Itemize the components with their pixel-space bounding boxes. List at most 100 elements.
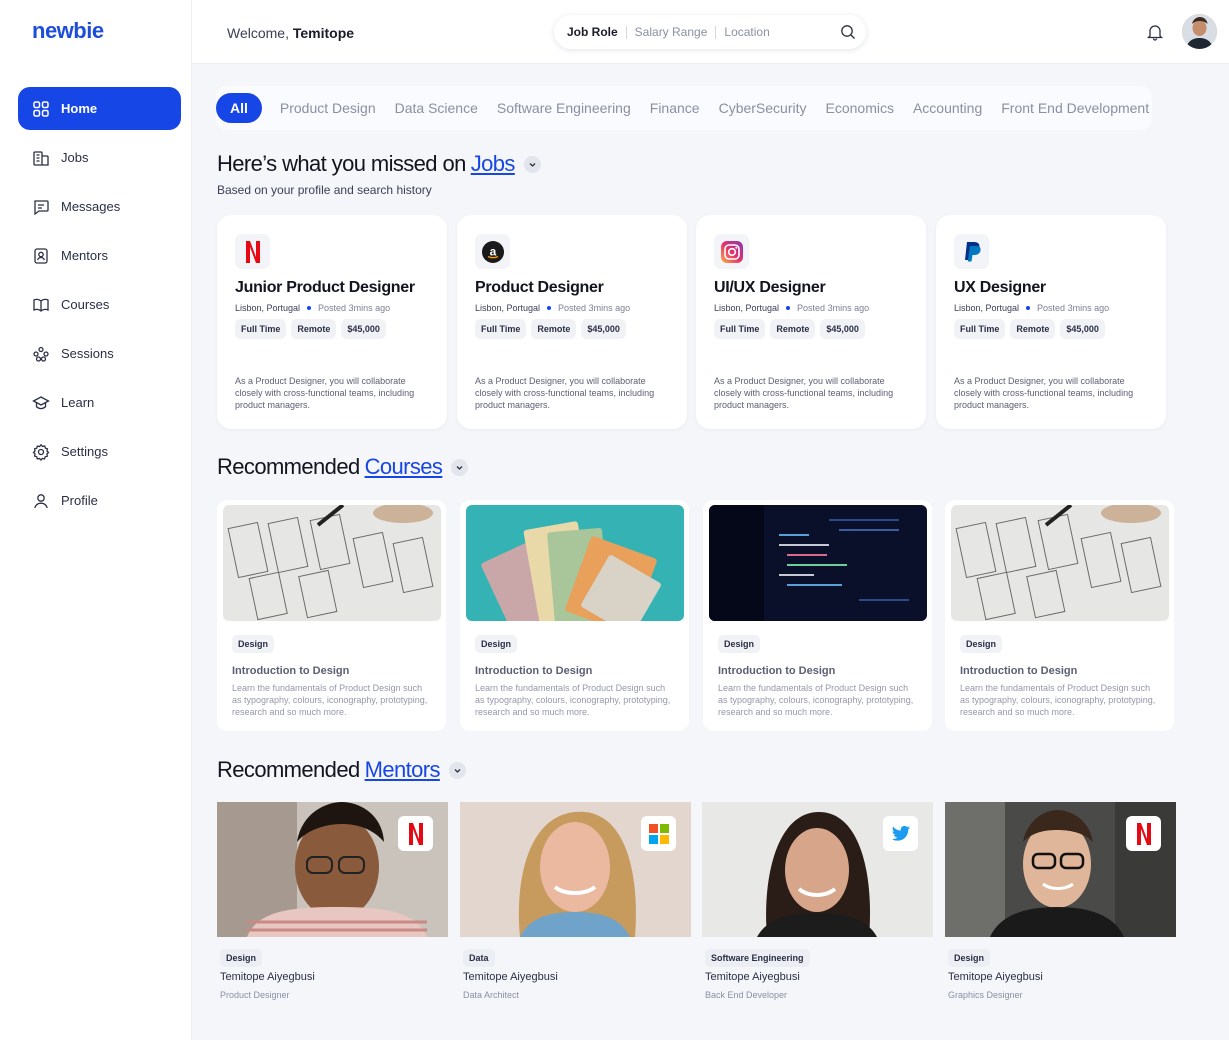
- mentor-name: Temitope Aiyegbusi: [948, 971, 1043, 983]
- mentor-role: Graphics Designer: [948, 990, 1023, 1000]
- tab-data-science[interactable]: Data Science: [395, 100, 478, 116]
- mentor-card[interactable]: Design Temitope Aiyegbusi Graphics Desig…: [945, 802, 1176, 1017]
- job-card[interactable]: Junior Product Designer Lisbon, Portugal…: [217, 215, 447, 429]
- chat-icon: [32, 198, 50, 216]
- course-description: Learn the fundamentals of Product Design…: [718, 683, 914, 717]
- mentor-name: Temitope Aiyegbusi: [463, 971, 558, 983]
- chevron-down-icon[interactable]: [523, 155, 541, 173]
- course-card[interactable]: Design Introduction to Design Learn the …: [217, 500, 446, 731]
- grid-icon: [32, 100, 50, 118]
- job-description: As a Product Designer, you will collabor…: [714, 376, 894, 410]
- mentor-card[interactable]: Software Engineering Temitope Aiyegbusi …: [702, 802, 933, 1017]
- sidebar-item-profile[interactable]: Profile: [18, 479, 181, 522]
- job-posted: Posted 3mins ago: [1037, 303, 1110, 313]
- sidebar-item-courses[interactable]: Courses: [18, 283, 181, 326]
- job-posted: Posted 3mins ago: [797, 303, 870, 313]
- twitter-logo-icon: [883, 816, 918, 851]
- gear-icon: [32, 443, 50, 461]
- sidebar-item-settings[interactable]: Settings: [18, 430, 181, 473]
- course-title: Introduction to Design: [960, 665, 1078, 677]
- mentor-card[interactable]: Design Temitope Aiyegbusi Product Design…: [217, 802, 448, 1017]
- tab-finance[interactable]: Finance: [650, 100, 700, 116]
- sidebar-item-learn[interactable]: Learn: [18, 381, 181, 424]
- job-tag: Full Time: [714, 319, 766, 339]
- job-location: Lisbon, Portugal: [954, 303, 1020, 313]
- tab-front-end-development[interactable]: Front End Development: [1001, 100, 1149, 116]
- sidebar-item-mentors[interactable]: Mentors: [18, 234, 181, 277]
- job-card[interactable]: UX Designer Lisbon, Portugal Posted 3mins…: [936, 215, 1166, 429]
- paypal-logo-icon: [954, 234, 989, 269]
- avatar[interactable]: [1182, 14, 1217, 49]
- instagram-logo-icon: [714, 234, 749, 269]
- search-job-role[interactable]: Job Role: [567, 25, 626, 39]
- search-location[interactable]: Location: [716, 25, 777, 39]
- course-title: Introduction to Design: [475, 665, 593, 677]
- sidebar-item-label: Mentors: [61, 248, 108, 263]
- job-posted: Posted 3mins ago: [318, 303, 391, 313]
- course-image-wireframe: [951, 505, 1169, 621]
- user-name: Temitope: [292, 25, 355, 41]
- chevron-down-icon[interactable]: [448, 761, 466, 779]
- job-title: Product Designer: [475, 279, 604, 296]
- chevron-down-icon[interactable]: [451, 458, 469, 476]
- course-image-money: [466, 505, 684, 621]
- mentor-tag: Design: [220, 949, 263, 967]
- mentor-tag: Software Engineering: [705, 949, 810, 967]
- job-description: As a Product Designer, you will collabor…: [235, 376, 415, 410]
- mentor-role: Data Architect: [463, 990, 520, 1000]
- job-meta: Lisbon, Portugal Posted 3mins ago: [954, 303, 1109, 313]
- mentors-link[interactable]: Mentors: [365, 757, 441, 783]
- microsoft-logo-icon: [641, 816, 676, 851]
- course-description: Learn the fundamentals of Product Design…: [232, 683, 428, 717]
- courses-link[interactable]: Courses: [365, 454, 443, 480]
- sidebar-item-label: Settings: [61, 444, 108, 459]
- job-card[interactable]: a Product Designer Lisbon, Portugal Poste…: [457, 215, 687, 429]
- search-salary-range[interactable]: Salary Range: [627, 25, 716, 39]
- sidebar: newbie Home Jobs Messages Mentors Course…: [0, 0, 192, 1040]
- tab-software-engineering[interactable]: Software Engineering: [497, 100, 631, 116]
- job-description: As a Product Designer, you will collabor…: [954, 376, 1134, 410]
- job-tag: Full Time: [475, 319, 527, 339]
- job-title: UX Designer: [954, 279, 1046, 296]
- job-tags: Full Time Remote $45,000: [954, 319, 1110, 339]
- job-tag: $45,000: [341, 319, 386, 339]
- app-logo[interactable]: newbie: [32, 18, 104, 44]
- sidebar-item-sessions[interactable]: Sessions: [18, 332, 181, 375]
- job-tags: Full Time Remote $45,000: [475, 319, 631, 339]
- mentor-card[interactable]: Data Temitope Aiyegbusi Data Architect: [460, 802, 691, 1017]
- tab-accounting[interactable]: Accounting: [913, 100, 982, 116]
- bell-icon[interactable]: [1146, 23, 1164, 41]
- mentor-name: Temitope Aiyegbusi: [220, 971, 315, 983]
- tab-all[interactable]: All: [216, 93, 262, 123]
- job-search-bar[interactable]: Job Role Salary Range Location: [554, 15, 866, 49]
- welcome-prefix: Welcome,: [227, 25, 289, 41]
- job-card[interactable]: UI/UX Designer Lisbon, Portugal Posted 3m…: [696, 215, 926, 429]
- job-meta: Lisbon, Portugal Posted 3mins ago: [475, 303, 630, 313]
- tab-product-design[interactable]: Product Design: [280, 100, 376, 116]
- top-header: Welcome, Temitope Job Role Salary Range …: [192, 0, 1229, 64]
- sidebar-item-jobs[interactable]: Jobs: [18, 136, 181, 179]
- tab-economics[interactable]: Economics: [826, 100, 894, 116]
- category-tabs: All Product Design Data Science Software…: [216, 86, 1152, 130]
- job-tag: Full Time: [954, 319, 1006, 339]
- jobs-link[interactable]: Jobs: [471, 151, 516, 177]
- job-location: Lisbon, Portugal: [235, 303, 301, 313]
- sidebar-item-label: Courses: [61, 297, 110, 312]
- welcome-message: Welcome, Temitope: [227, 25, 354, 41]
- sidebar-item-messages[interactable]: Messages: [18, 185, 181, 228]
- course-card[interactable]: Design Introduction to Design Learn the …: [460, 500, 689, 731]
- course-card[interactable]: Design Introduction to Design Learn the …: [703, 500, 932, 731]
- job-tag: Remote: [531, 319, 577, 339]
- job-title: Junior Product Designer: [235, 279, 415, 296]
- mentor-role: Product Designer: [220, 990, 290, 1000]
- course-card[interactable]: Design Introduction to Design Learn the …: [945, 500, 1174, 731]
- course-description: Learn the fundamentals of Product Design…: [960, 683, 1156, 717]
- sidebar-item-home[interactable]: Home: [18, 87, 181, 130]
- search-icon[interactable]: [840, 24, 856, 40]
- dot-separator: [1026, 306, 1031, 310]
- jobs-section-title: Here’s what you missed on Jobs: [217, 151, 541, 177]
- svg-text:a: a: [489, 244, 496, 258]
- tab-cybersecurity[interactable]: CyberSecurity: [719, 100, 807, 116]
- course-tag: Design: [475, 635, 518, 653]
- dot-separator: [547, 306, 552, 310]
